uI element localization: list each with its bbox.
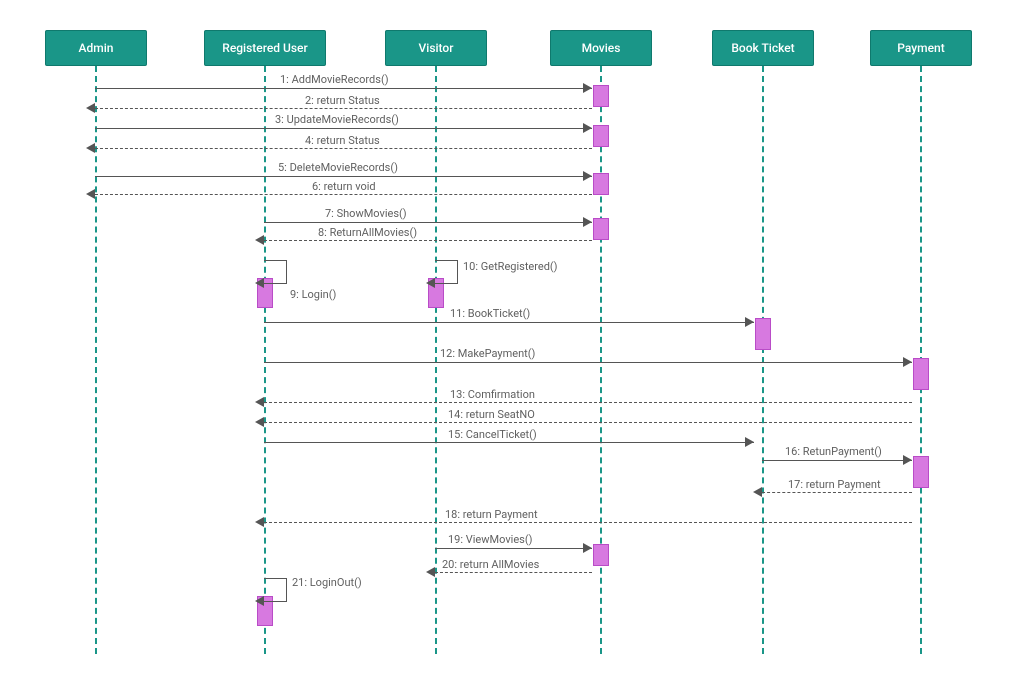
message-arrow	[95, 108, 592, 109]
message-label: 5: DeleteMovieRecords()	[278, 161, 398, 175]
activation-box	[593, 173, 609, 195]
message-label: 20: return AllMovies	[442, 558, 539, 572]
message-arrow	[95, 194, 592, 195]
arrow-head-icon	[583, 83, 592, 93]
participant-visitor: Visitor	[385, 30, 487, 66]
arrow-head-icon	[583, 217, 592, 227]
arrow-head-icon	[255, 397, 264, 407]
message-label: 7: ShowMovies()	[325, 207, 407, 221]
message-label: 18: return Payment	[445, 508, 538, 522]
arrow-head-icon	[583, 543, 592, 553]
arrow-head-icon	[745, 437, 754, 447]
activation-box	[593, 85, 609, 107]
lifeline-registered-user	[264, 66, 266, 654]
arrow-head-icon	[255, 235, 264, 245]
participant-movies: Movies	[550, 30, 652, 66]
message-arrow	[762, 492, 912, 493]
message-label: 13: Comfirmation	[450, 388, 535, 402]
message-arrow	[435, 548, 592, 549]
self-message	[264, 578, 287, 602]
activation-box	[913, 358, 929, 390]
message-label: 6: return void	[312, 180, 376, 194]
participant-admin: Admin	[45, 30, 147, 66]
message-arrow	[95, 176, 592, 177]
message-label: 8: ReturnAllMovies()	[318, 226, 417, 240]
self-message	[435, 260, 458, 284]
message-arrow	[264, 442, 754, 443]
message-label: 14: return SeatNO	[448, 408, 535, 422]
arrow-head-icon	[86, 103, 95, 113]
arrow-head-icon	[255, 517, 264, 527]
participant-book-ticket: Book Ticket	[712, 30, 814, 66]
arrow-head-icon	[86, 143, 95, 153]
message-label: 11: BookTicket()	[450, 307, 530, 321]
message-arrow	[95, 128, 592, 129]
arrow-head-icon	[426, 567, 435, 577]
message-label: 12: MakePayment()	[440, 347, 535, 361]
arrow-head-icon	[903, 357, 912, 367]
message-arrow	[95, 88, 592, 89]
message-label: 19: ViewMovies()	[448, 533, 532, 547]
activation-box	[913, 456, 929, 488]
message-label: 17: return Payment	[788, 478, 881, 492]
message-label: 1: AddMovieRecords()	[280, 73, 389, 87]
message-label: 10: GetRegistered()	[463, 260, 558, 274]
message-arrow	[264, 522, 912, 523]
message-arrow	[762, 460, 912, 461]
participant-payment: Payment	[870, 30, 972, 66]
self-message	[264, 260, 287, 284]
arrow-head-icon	[753, 487, 762, 497]
message-label: 16: RetunPayment()	[785, 445, 882, 459]
arrow-head-icon	[255, 278, 264, 288]
sequence-diagram: Admin Registered User Visitor Movies Boo…	[0, 0, 1024, 684]
lifeline-admin	[95, 66, 97, 654]
lifeline-book-ticket	[762, 66, 764, 654]
arrow-head-icon	[745, 317, 754, 327]
arrow-head-icon	[903, 455, 912, 465]
activation-box	[593, 218, 609, 240]
arrow-head-icon	[426, 278, 435, 288]
message-arrow	[264, 222, 592, 223]
arrow-head-icon	[583, 123, 592, 133]
arrow-head-icon	[583, 171, 592, 181]
participant-registered-user: Registered User	[204, 30, 326, 66]
message-label: 15: CancelTicket()	[448, 428, 537, 442]
lifeline-visitor	[435, 66, 437, 654]
message-arrow	[264, 322, 754, 323]
message-arrow	[435, 572, 592, 573]
message-arrow	[264, 362, 912, 363]
message-arrow	[264, 402, 912, 403]
arrow-head-icon	[255, 596, 264, 606]
arrow-head-icon	[86, 189, 95, 199]
message-arrow	[95, 148, 592, 149]
message-label: 2: return Status	[305, 94, 380, 108]
message-arrow	[264, 240, 592, 241]
message-arrow	[264, 422, 912, 423]
activation-box	[755, 318, 771, 350]
arrow-head-icon	[255, 417, 264, 427]
message-label: 4: return Status	[305, 134, 380, 148]
message-label: 21: LoginOut()	[292, 576, 362, 590]
message-label: 3: UpdateMovieRecords()	[275, 113, 399, 127]
activation-box	[593, 544, 609, 566]
activation-box	[593, 125, 609, 147]
message-label: 9: Login()	[290, 288, 336, 302]
